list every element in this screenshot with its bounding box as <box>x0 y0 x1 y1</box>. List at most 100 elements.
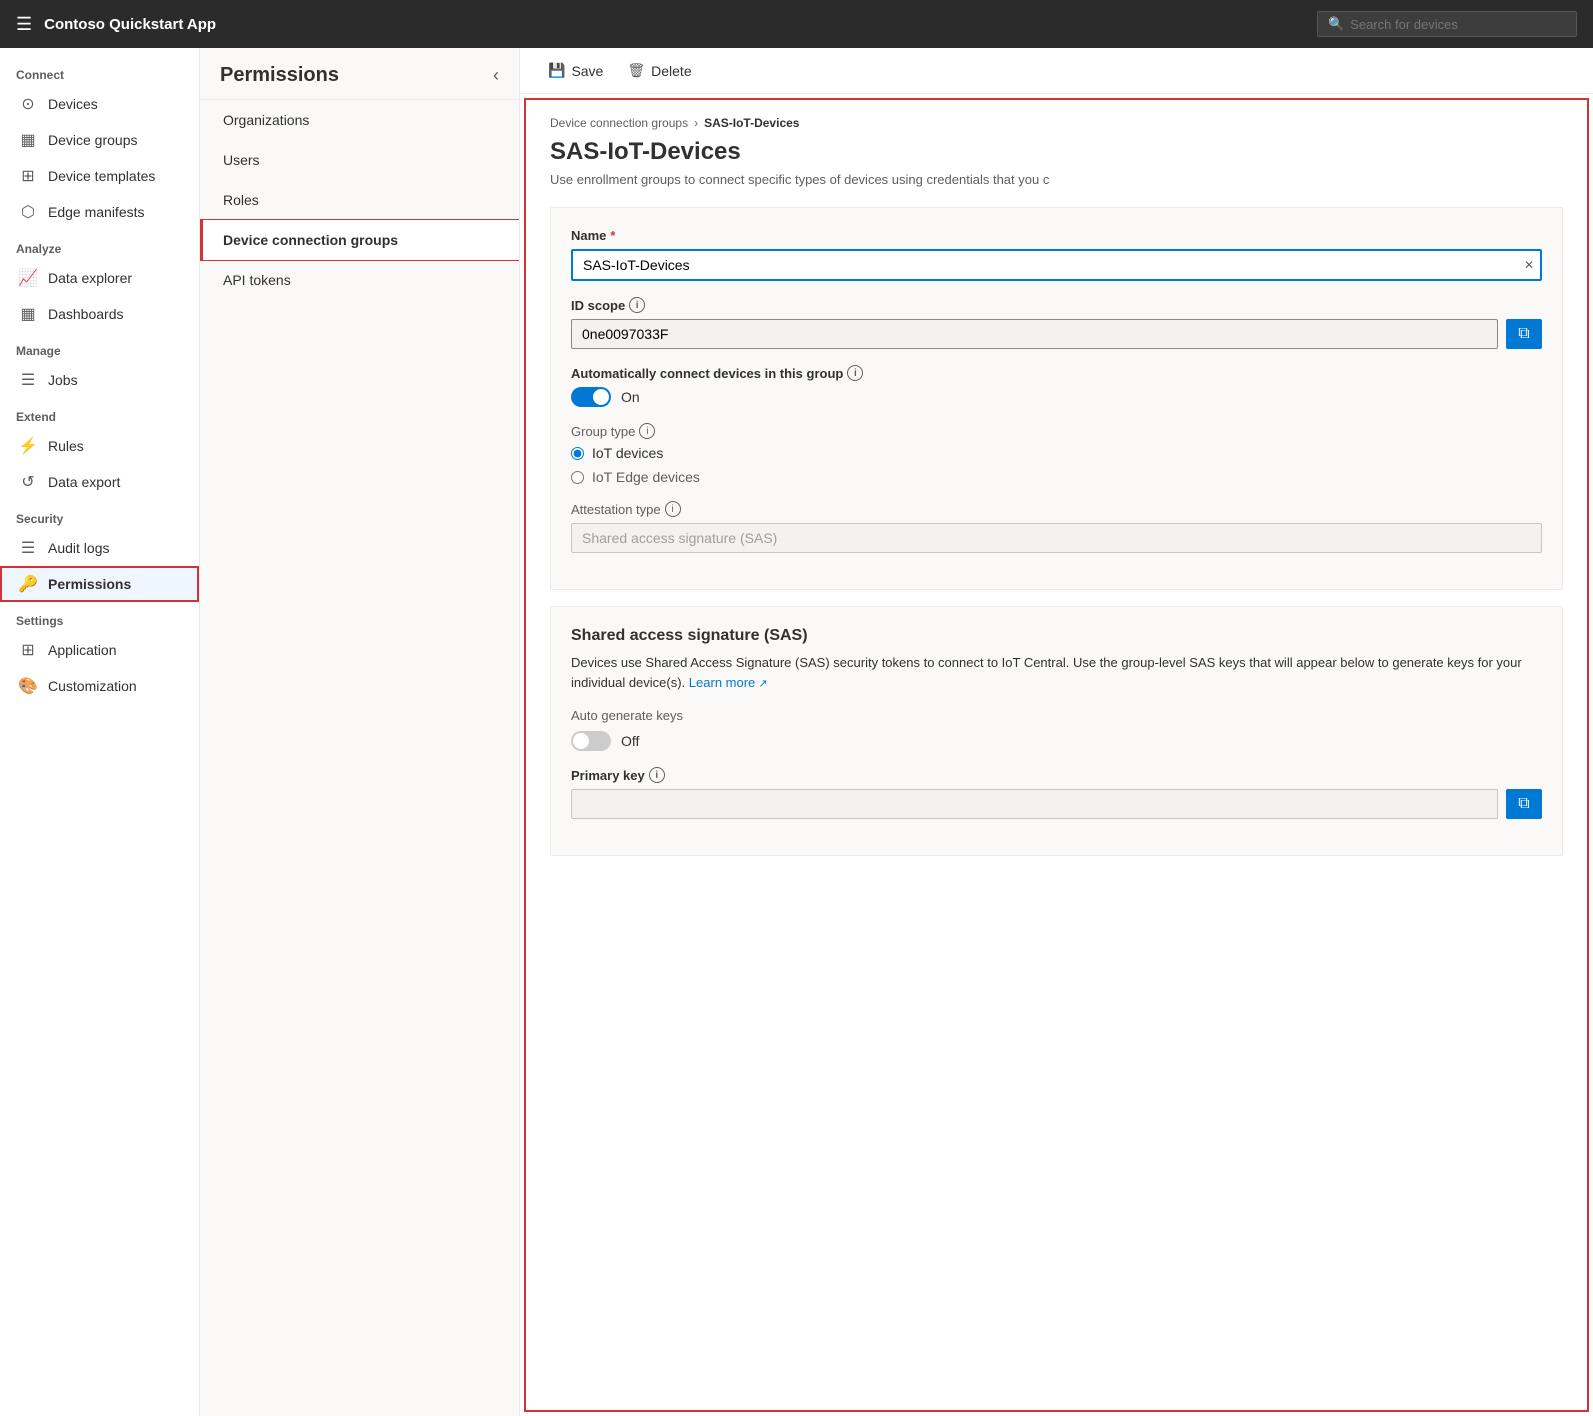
permissions-panel: Permissions ‹ Organizations Users Roles … <box>200 48 520 1416</box>
name-field-label: Name * <box>571 228 1542 243</box>
required-star: * <box>610 228 615 243</box>
id-scope-info-icon[interactable]: i <box>629 297 645 313</box>
primary-key-input-row: ⧉ <box>571 789 1542 819</box>
attestation-type-input <box>571 523 1542 553</box>
id-scope-field-group: ID scope i ⧉ <box>571 297 1542 349</box>
auto-connect-slider <box>571 387 611 407</box>
auto-connect-toggle-label: On <box>621 389 640 405</box>
primary-key-copy-button[interactable]: ⧉ <box>1506 789 1542 819</box>
sidebar-item-device-templates[interactable]: ⊞ Device templates <box>0 158 199 194</box>
radio-iot-devices[interactable]: IoT devices <box>571 445 1542 461</box>
name-input[interactable] <box>571 249 1542 281</box>
sidebar-item-data-export[interactable]: ↺ Data export <box>0 464 199 500</box>
auto-generate-toggle[interactable] <box>571 731 611 751</box>
auto-generate-label: Auto generate keys <box>571 708 1542 723</box>
auto-generate-toggle-label: Off <box>621 733 639 749</box>
sidebar-item-permissions[interactable]: 🔑 Permissions <box>0 566 199 602</box>
group-type-label: Group type i <box>571 423 1542 439</box>
sidebar-item-audit-logs[interactable]: ☰ Audit logs <box>0 530 199 566</box>
page-description: Use enrollment groups to connect specifi… <box>550 172 1563 187</box>
device-templates-icon: ⊞ <box>18 166 38 186</box>
name-label-text: Name <box>571 228 606 243</box>
sidebar-item-application-label: Application <box>48 642 117 658</box>
auto-connect-field-group: Automatically connect devices in this gr… <box>571 365 1542 407</box>
jobs-icon: ☰ <box>18 370 38 390</box>
save-icon: 💾 <box>548 62 565 79</box>
main-content: Device connection groups › SAS-IoT-Devic… <box>524 98 1589 1412</box>
sidebar: Connect ⊙ Devices ▦ Device groups ⊞ Devi… <box>0 48 200 1416</box>
nav-item-api-tokens[interactable]: API tokens <box>200 260 519 300</box>
main-layout: Connect ⊙ Devices ▦ Device groups ⊞ Devi… <box>0 48 1593 1416</box>
auto-connect-toggle[interactable] <box>571 387 611 407</box>
sidebar-item-customization[interactable]: 🎨 Customization <box>0 668 199 704</box>
id-scope-input-row: ⧉ <box>571 319 1542 349</box>
primary-key-info-icon[interactable]: i <box>649 767 665 783</box>
auto-connect-label: Automatically connect devices in this gr… <box>571 365 1542 381</box>
primary-key-input[interactable] <box>571 789 1498 819</box>
sidebar-item-edge-manifests-label: Edge manifests <box>48 204 145 220</box>
app-title: Contoso Quickstart App <box>44 16 216 33</box>
settings-section-label: Settings <box>0 602 199 632</box>
sas-section: Shared access signature (SAS) Devices us… <box>550 606 1563 856</box>
security-section-label: Security <box>0 500 199 530</box>
name-field-group: Name * ✕ <box>571 228 1542 281</box>
nav-item-users[interactable]: Users <box>200 140 519 180</box>
primary-key-label: Primary key i <box>571 767 1542 783</box>
application-icon: ⊞ <box>18 640 38 660</box>
edge-manifests-icon: ⬡ <box>18 202 38 222</box>
radio-iot-edge-input[interactable] <box>571 471 584 484</box>
radio-iot-edge[interactable]: IoT Edge devices <box>571 469 1542 485</box>
data-export-icon: ↺ <box>18 472 38 492</box>
nav-item-device-connection-groups[interactable]: Device connection groups <box>200 220 519 260</box>
topbar: ☰ Contoso Quickstart App 🔍 <box>0 0 1593 48</box>
sidebar-item-dashboards[interactable]: ▦ Dashboards <box>0 296 199 332</box>
connect-section-label: Connect <box>0 56 199 86</box>
search-input[interactable] <box>1350 17 1566 32</box>
delete-button[interactable]: 🗑 Delete <box>615 56 703 85</box>
save-button[interactable]: 💾 Save <box>536 56 615 85</box>
group-type-info-icon[interactable]: i <box>639 423 655 439</box>
search-bar[interactable]: 🔍 <box>1317 11 1577 37</box>
content-area: 💾 Save 🗑 Delete Device connection groups… <box>520 48 1593 1416</box>
sidebar-item-application[interactable]: ⊞ Application <box>0 632 199 668</box>
sidebar-item-device-groups-label: Device groups <box>48 132 138 148</box>
sidebar-item-data-explorer[interactable]: 📈 Data explorer <box>0 260 199 296</box>
sidebar-item-customization-label: Customization <box>48 678 137 694</box>
sidebar-item-data-export-label: Data export <box>48 474 120 490</box>
attestation-type-info-icon[interactable]: i <box>665 501 681 517</box>
group-type-radio-group: IoT devices IoT Edge devices <box>571 445 1542 485</box>
primary-key-field-group: Primary key i ⧉ <box>571 767 1542 819</box>
sidebar-item-jobs[interactable]: ☰ Jobs <box>0 362 199 398</box>
nav-item-organizations[interactable]: Organizations <box>200 100 519 140</box>
id-scope-copy-button[interactable]: ⧉ <box>1506 319 1542 349</box>
sidebar-item-device-groups[interactable]: ▦ Device groups <box>0 122 199 158</box>
sidebar-item-rules[interactable]: ⚡ Rules <box>0 428 199 464</box>
name-clear-button[interactable]: ✕ <box>1524 258 1534 272</box>
rules-icon: ⚡ <box>18 436 38 456</box>
analyze-section-label: Analyze <box>0 230 199 260</box>
users-label: Users <box>223 152 260 168</box>
breadcrumb: Device connection groups › SAS-IoT-Devic… <box>550 116 1563 130</box>
radio-iot-devices-input[interactable] <box>571 447 584 460</box>
sidebar-item-devices-label: Devices <box>48 96 98 112</box>
permissions-panel-title: Permissions <box>220 64 339 87</box>
sidebar-item-devices[interactable]: ⊙ Devices <box>0 86 199 122</box>
sidebar-item-device-templates-label: Device templates <box>48 168 155 184</box>
auto-connect-info-icon[interactable]: i <box>847 365 863 381</box>
sidebar-item-audit-logs-label: Audit logs <box>48 540 109 556</box>
collapse-panel-button[interactable]: ‹ <box>493 65 499 86</box>
content-toolbar: 💾 Save 🗑 Delete <box>520 48 1593 94</box>
learn-more-link[interactable]: Learn more <box>689 675 768 690</box>
id-scope-label-text: ID scope <box>571 298 625 313</box>
breadcrumb-parent[interactable]: Device connection groups <box>550 116 688 130</box>
id-scope-input[interactable] <box>571 319 1498 349</box>
sidebar-item-edge-manifests[interactable]: ⬡ Edge manifests <box>0 194 199 230</box>
nav-item-roles[interactable]: Roles <box>200 180 519 220</box>
hamburger-icon[interactable]: ☰ <box>16 14 32 35</box>
api-tokens-label: API tokens <box>223 272 291 288</box>
customization-icon: 🎨 <box>18 676 38 696</box>
device-connection-groups-label: Device connection groups <box>223 232 398 248</box>
permissions-icon: 🔑 <box>18 574 38 594</box>
copy-icon: ⧉ <box>1518 325 1529 343</box>
sidebar-item-permissions-label: Permissions <box>48 576 131 592</box>
